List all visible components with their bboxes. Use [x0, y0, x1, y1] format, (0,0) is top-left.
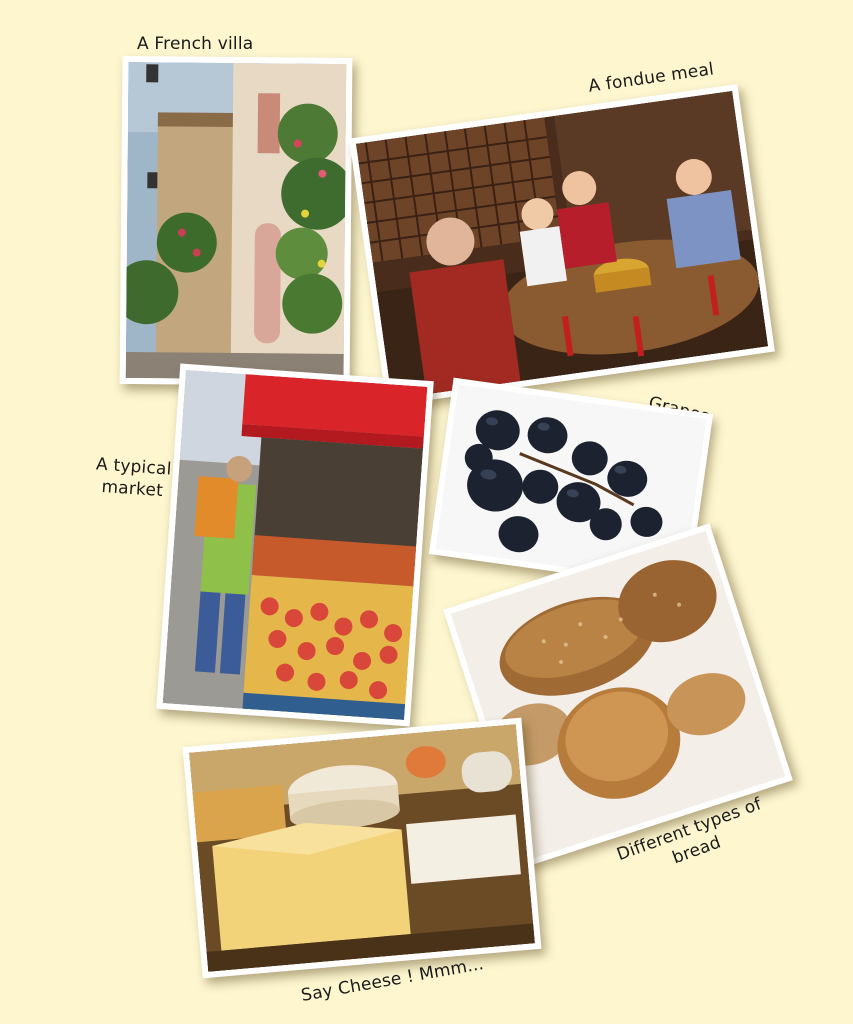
- market-image: [162, 369, 428, 721]
- fondue-image: [355, 90, 769, 400]
- photo-cheese: [182, 717, 542, 979]
- cheese-image: [189, 724, 535, 972]
- market-illustration: [162, 369, 428, 721]
- villa-image: [125, 62, 347, 380]
- cheese-illustration: [189, 724, 535, 972]
- page: A French villa A fondue meal A typical m…: [0, 0, 853, 1024]
- caption-typical-market: A typical market: [87, 453, 180, 503]
- photo-typical-market: [156, 363, 434, 727]
- fondue-illustration: [355, 90, 769, 400]
- photo-fondue-meal: [349, 84, 775, 406]
- photo-french-villa: [119, 56, 353, 386]
- caption-french-villa: A French villa: [137, 34, 254, 54]
- villa-illustration: [125, 62, 347, 380]
